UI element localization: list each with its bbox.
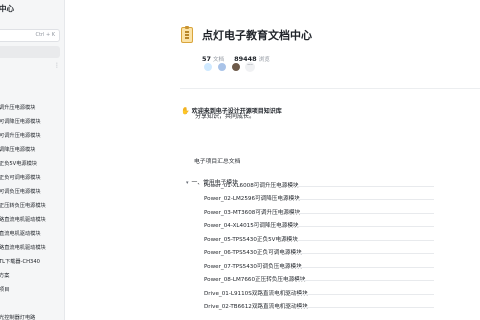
avatar[interactable] xyxy=(217,62,227,72)
sidebar-item[interactable]: 可调降压电源模块 xyxy=(0,115,64,129)
summary-link[interactable]: 电子项目汇总文档 xyxy=(194,156,240,165)
sidebar-item[interactable]: 路直流电机驱动模块 xyxy=(0,241,64,255)
sidebar-item[interactable]: 可调升压电源模块 xyxy=(0,129,64,143)
collaborator-avatars[interactable]: ··· xyxy=(203,62,255,72)
sidebar-item[interactable]: 正负5V电源模块 xyxy=(0,157,64,171)
sidebar-item[interactable]: 调降压电源模块 xyxy=(0,143,64,157)
sidebar-item[interactable]: 正压转负压电源模块 xyxy=(0,199,64,213)
tree-item[interactable]: Power_05-TPS5430正负5V电源模块 xyxy=(175,234,480,247)
doc-tree: Power_01-XL6008可调升压电源模块 Power_02-LM2596可… xyxy=(175,180,480,314)
avatar[interactable] xyxy=(203,62,213,72)
views-unit: 浏览 xyxy=(258,57,270,63)
more-avatars-button[interactable]: ··· xyxy=(245,62,255,72)
tree-item[interactable]: Power_02-LM2596可调降压电源模块 xyxy=(175,193,480,206)
document-icon xyxy=(181,26,193,43)
tree-item[interactable]: Power_01-XL6008可调升压电源模块 xyxy=(175,180,480,193)
search-shortcut-hint: Ctrl + K xyxy=(35,32,55,38)
sidebar-item[interactable]: 直流电机驱动模块 xyxy=(0,227,64,241)
tree-item[interactable]: Drive_02-TB6612双路直流电机驱动模块 xyxy=(175,301,480,314)
sidebar-item-selected[interactable] xyxy=(0,46,60,58)
sidebar-item[interactable]: 方案 xyxy=(0,269,64,283)
avatar[interactable] xyxy=(231,62,241,72)
sidebar-list: 调升压电源模块 可调降压电源模块 可调升压电源模块 调降压电源模块 正负5V电源… xyxy=(0,101,64,320)
wave-icon: ✋ xyxy=(181,107,190,115)
tree-item[interactable]: Power_04-XL4015可调降压电源模块 xyxy=(175,220,480,233)
sidebar-item[interactable]: 光控制器灯电路 xyxy=(0,311,64,320)
sidebar-item[interactable]: 路直流电机驱动模块 xyxy=(0,213,64,227)
tree-item[interactable]: Power_03-MT3608可调升压电源模块 xyxy=(175,207,480,220)
sidebar-item[interactable]: 调升压电源模块 xyxy=(0,101,64,115)
tree-item[interactable]: Drive_01-L9110S双路直流电机驱动模块 xyxy=(175,288,480,301)
sidebar-item[interactable]: 可调负压电源模块 xyxy=(0,185,64,199)
sidebar-title: 中心 xyxy=(0,4,14,13)
sidebar-item[interactable]: TL下载器-CH340 xyxy=(0,255,64,269)
welcome-subtitle: 分享知识，共同成长。 xyxy=(195,113,256,120)
ellipsis-icon[interactable]: ⋮ xyxy=(54,62,60,69)
sidebar-item[interactable]: 项目 xyxy=(0,283,64,297)
sidebar: 中心 Ctrl + K ⋮ 调升压电源模块 可调降压电源模块 可调升压电源模块 … xyxy=(0,0,65,320)
tree-item[interactable]: Power_07-TPS5430可调负压电源模块 xyxy=(175,261,480,274)
tree-item[interactable]: Power_08-LM7660正压转负压电源模块 xyxy=(175,274,480,287)
sidebar-item[interactable] xyxy=(0,297,64,311)
divider xyxy=(180,88,480,89)
sidebar-item[interactable]: 正负可调电源模块 xyxy=(0,171,64,185)
page-title: 点灯电子教育文档中心 xyxy=(202,29,312,42)
tree-item[interactable]: Power_06-TPS5430正负可调电源模块 xyxy=(175,247,480,260)
sidebar-search-input[interactable]: Ctrl + K xyxy=(0,29,60,42)
document-main: 点灯电子教育文档中心 57 文档 89448 浏览 ··· ✋ 欢迎来到电子设计开源项目… xyxy=(65,0,480,320)
